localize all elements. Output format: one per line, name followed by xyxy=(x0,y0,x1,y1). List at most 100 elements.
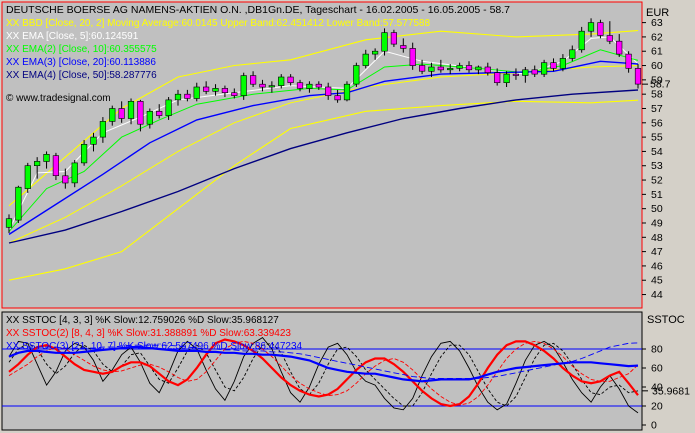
candle xyxy=(390,29,398,47)
candle-body-down xyxy=(52,155,59,176)
candle-body-down xyxy=(334,95,341,101)
candle-body-up xyxy=(587,22,595,32)
stoch-panel-label: SSTOC xyxy=(647,314,685,326)
price-tick-label: 55 xyxy=(651,132,663,144)
candle-body-up xyxy=(428,66,435,72)
copyright-text: © www.tradesignal.com xyxy=(6,93,111,104)
last-stoch-marker: 35.9681 xyxy=(642,385,690,397)
candle-body-up xyxy=(475,66,482,71)
candle xyxy=(343,81,351,102)
stoch-tick-label: 60 xyxy=(651,363,663,375)
candle-body-down xyxy=(231,92,238,96)
candle-body-up xyxy=(193,86,200,99)
price-tick-label: 48 xyxy=(651,232,663,244)
candle-body-down xyxy=(287,76,294,83)
candle-body-up xyxy=(540,62,548,75)
stoch-legend-item: XX SSTOC [4, 3, 3] %K Slow:12.759026 %D … xyxy=(6,315,279,326)
candle-body-up xyxy=(146,111,153,125)
candle-body-up xyxy=(165,99,172,116)
price-tick-label: 49 xyxy=(651,218,663,230)
candle-body-down xyxy=(597,22,604,36)
candle-body-up xyxy=(33,161,41,166)
price-legend-item: XX EMA(2) [Close, 10]:60.355575 xyxy=(6,44,157,55)
candle-body-up xyxy=(99,121,106,138)
candle-body-up xyxy=(109,108,116,122)
candle-body-down xyxy=(550,62,557,69)
candle-body-up xyxy=(503,73,510,83)
candle-body-up xyxy=(5,218,13,228)
candle-body-down xyxy=(62,175,69,184)
price-tick-label: 51 xyxy=(651,189,663,201)
price-legend-item: XX EMA(3) [Close, 20]:60.113886 xyxy=(6,57,156,68)
candle-body-up xyxy=(447,68,454,71)
stoch-tick-label: 0 xyxy=(651,420,657,432)
candle-body-up xyxy=(81,144,88,164)
candle-body-up xyxy=(24,165,31,189)
candle-body-down xyxy=(118,108,125,119)
price-tick-label: 47 xyxy=(651,246,663,258)
candle-body-down xyxy=(221,88,229,94)
candle-body-down xyxy=(296,82,304,89)
last-stoch-label: 35.9681 xyxy=(652,385,690,397)
stoch-tick-label: 20 xyxy=(651,401,663,413)
candle-body-down xyxy=(390,32,398,45)
candle-body-down xyxy=(437,66,444,71)
candle-body-down xyxy=(203,86,210,92)
stoch-legend-item: XX SSTOC(3) [21, 10, 7] %K Slow:62.56749… xyxy=(6,341,303,352)
candle-body-up xyxy=(278,76,285,86)
candle-body-up xyxy=(268,85,275,88)
candle-body-up xyxy=(578,30,585,51)
stoch-legend-item: XX SSTOC(2) [8, 4, 3] %K Slow:31.388891 … xyxy=(6,328,291,339)
candle-body-down xyxy=(259,83,266,88)
candle-body-down xyxy=(494,72,501,83)
candle-body-down xyxy=(156,111,163,116)
price-y-axis: 6362616059585756555453525150494847464544 xyxy=(642,17,663,301)
candle-body-down xyxy=(137,101,144,125)
candle-body-down xyxy=(409,48,416,66)
candle-body-up xyxy=(43,154,50,162)
candle-body-down xyxy=(634,68,642,85)
candle-body-up xyxy=(343,83,351,101)
candle-body-up xyxy=(381,32,388,52)
candle-body-up xyxy=(371,50,379,55)
candle-body-down xyxy=(325,86,332,96)
candle-body-down xyxy=(400,45,407,49)
price-tick-label: 46 xyxy=(651,260,663,272)
candle-body-down xyxy=(184,93,191,99)
price-tick-label: 57 xyxy=(651,103,663,115)
candle-body-up xyxy=(212,88,219,92)
stoch-panel: 806040200 XX SSTOC [4, 3, 3] %K Slow:12.… xyxy=(1,311,690,432)
candle-body-up xyxy=(306,83,313,89)
candle-body-up xyxy=(90,136,97,145)
price-panel: 6362616059585756555453525150494847464544… xyxy=(1,1,671,309)
candle-body-up xyxy=(71,162,78,184)
candle-body-up xyxy=(559,58,566,69)
stoch-legend: XX SSTOC [4, 3, 3] %K Slow:12.759026 %D … xyxy=(6,315,303,352)
candle xyxy=(240,72,247,100)
price-tick-label: 52 xyxy=(651,175,663,187)
price-tick-label: 53 xyxy=(651,160,663,172)
price-tick-label: 50 xyxy=(651,203,663,215)
candle-body-up xyxy=(362,53,369,66)
candle xyxy=(353,62,360,88)
candle-body-down xyxy=(531,69,538,75)
candle-body-down xyxy=(315,83,322,88)
candle-body-up xyxy=(127,101,135,119)
price-tick-label: 62 xyxy=(651,31,663,43)
candle-body-down xyxy=(616,40,623,55)
candle-body-down xyxy=(512,73,519,76)
candle xyxy=(71,160,78,188)
candle xyxy=(15,185,22,223)
candle-body-up xyxy=(522,69,529,76)
candle xyxy=(24,162,31,193)
price-tick-label: 61 xyxy=(651,46,663,58)
price-tick-label: 54 xyxy=(651,146,663,158)
candle-body-up xyxy=(174,93,182,101)
last-price-marker: 58.7 xyxy=(642,79,671,91)
price-legend-item: XX EMA [Close, 5]:60.124591 xyxy=(6,31,139,42)
price-legend-item: XX EMA(4) [Close, 50]:58.287776 xyxy=(6,70,157,81)
candle-body-up xyxy=(456,65,463,69)
candle-body-up xyxy=(569,49,576,59)
price-tick-label: 45 xyxy=(651,275,663,287)
candle-body-down xyxy=(606,35,613,42)
